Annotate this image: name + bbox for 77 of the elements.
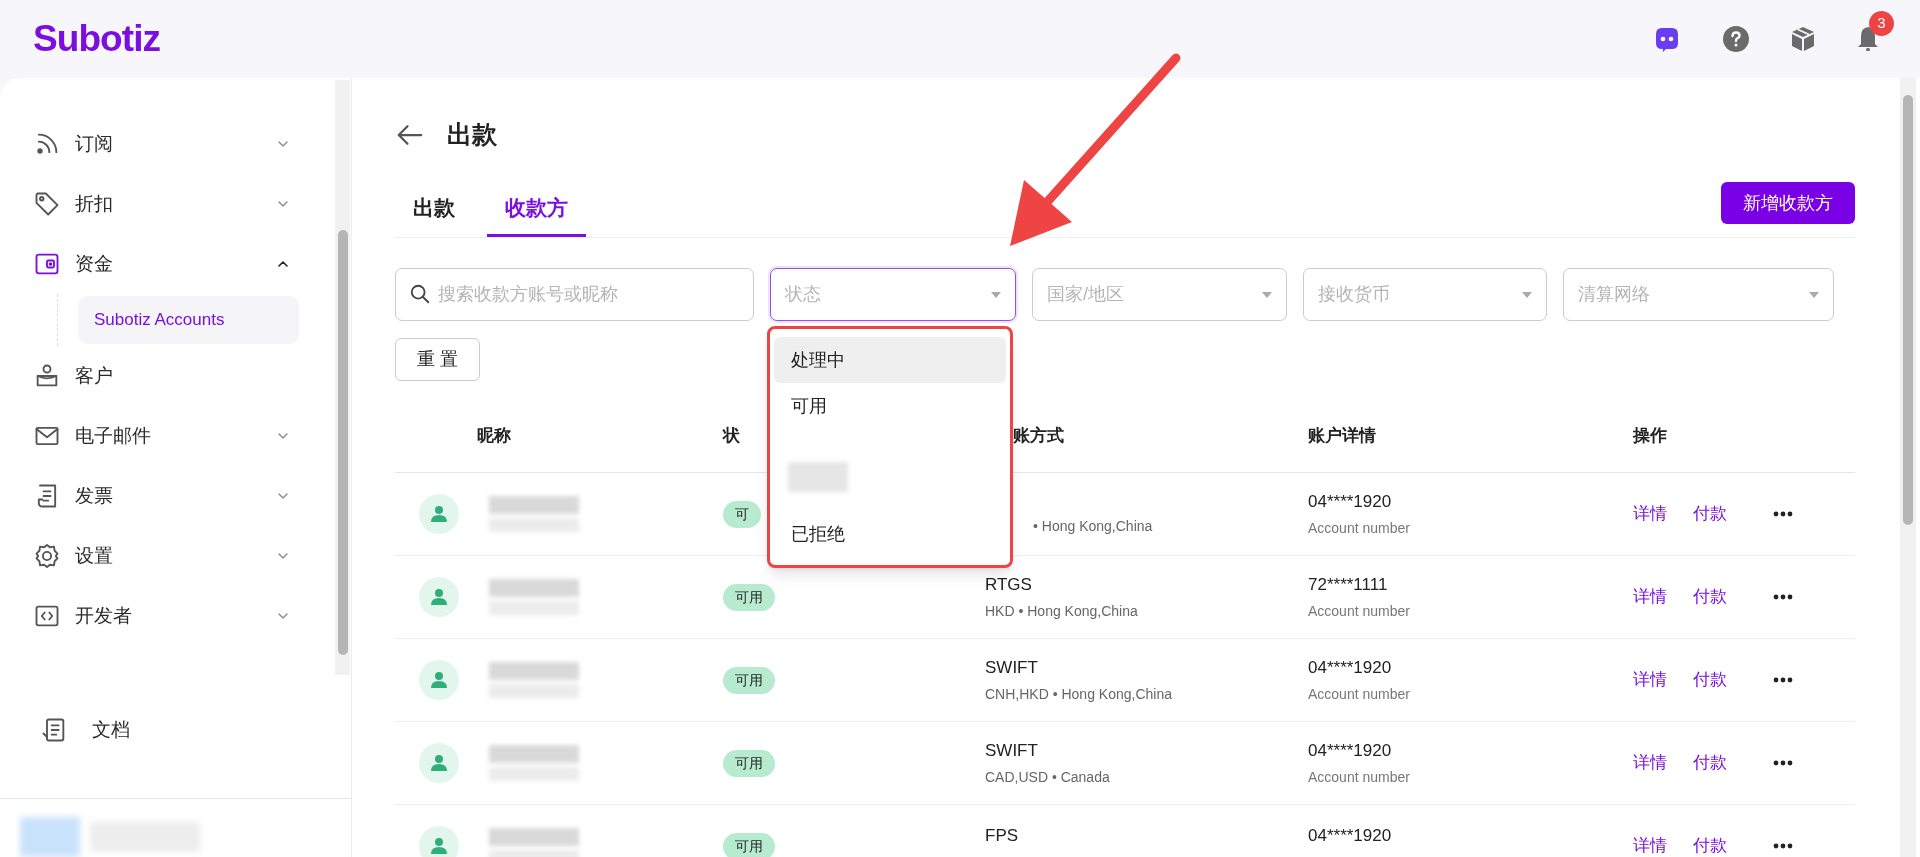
avatar-icon [419,494,459,534]
avatar-icon [419,826,459,857]
caret-icon [1809,291,1819,298]
column-header: 昵称 [477,426,511,446]
action-link[interactable]: 付款 [1693,584,1727,610]
blurred-avatar [20,817,80,857]
action-link[interactable]: 付款 [1693,833,1727,857]
method-detail: HKD • Hong Kong,China [985,602,1139,622]
action-link[interactable]: 详情 [1633,584,1667,610]
page-title: 出款 [447,119,497,151]
action-link[interactable]: 付款 [1693,501,1727,527]
more-icon[interactable] [1773,760,1793,766]
account-label: Account number [1308,602,1411,622]
status-badge: 可用 [723,832,775,857]
account-number: 04****1920 [1308,739,1393,762]
docs-link[interactable]: 文档 [0,700,351,760]
sidebar-item[interactable]: 电子邮件 [33,406,299,466]
method-detail: • Hong Kong,China [1032,516,1154,536]
scrollbar[interactable] [335,80,350,675]
search-icon [409,283,431,305]
account-label: Account number [1308,768,1411,788]
reset-button[interactable]: 重 置 [395,338,480,381]
avatar-icon [419,577,459,617]
status-badge: 可用 [723,749,775,777]
account-label: Account number [1308,519,1411,539]
account-number: 72****1111 [1308,573,1389,596]
more-icon[interactable] [1773,594,1793,600]
sidebar-item[interactable]: 设置 [33,526,299,586]
account-label: Account number [1308,685,1411,705]
account-number: 04****1920 [1308,490,1393,513]
box-icon[interactable] [1790,25,1816,53]
avatar-icon [419,743,459,783]
caret-icon [991,291,1001,298]
dropdown-option[interactable]: 处理中 [774,337,1006,383]
payment-method: FPS [985,825,1020,848]
action-link[interactable]: 详情 [1633,750,1667,776]
sidebar-item[interactable]: 发票 [33,466,299,526]
sidebar-item[interactable]: 资金 [33,234,299,294]
sidebar-item[interactable]: 订阅 [33,114,299,174]
column-header: 账方式 [1013,426,1064,446]
payment-method: RTGS [985,573,1033,596]
payment-method: SWIFT [985,656,1039,679]
sidebar-item[interactable]: 开发者 [33,586,299,646]
status-badge: 可用 [723,583,775,611]
tab[interactable]: 收款方 [487,182,586,237]
caret-icon [1262,291,1272,298]
column-header: 操作 [1633,426,1667,446]
action-link[interactable]: 付款 [1693,667,1727,693]
help-icon[interactable] [1722,25,1750,53]
add-payee-button[interactable]: 新增收款方 [1721,182,1855,224]
more-icon[interactable] [1773,511,1793,517]
tab[interactable]: 出款 [395,182,473,237]
status-badge: 可用 [723,666,775,694]
avatar-icon [419,660,459,700]
column-header: 状 [723,426,740,446]
status-badge: 可 [723,500,761,528]
sidebar-item[interactable]: 客户 [33,346,299,406]
sidebar-subitem[interactable]: Subotiz Accounts [78,296,299,344]
logo[interactable]: Subotiz [33,11,161,67]
account-number: 04****1920 [1308,656,1393,679]
notification-badge: 3 [1869,11,1894,36]
more-icon[interactable] [1773,677,1793,683]
method-detail: CNH,HKD • Hong Kong,China [985,685,1173,705]
account-number: 04****1920 [1308,825,1393,848]
column-header: 账户详情 [1308,426,1376,446]
search-field[interactable]: 搜索收款方账号或昵称 [395,268,754,321]
action-link[interactable]: 付款 [1693,750,1727,776]
action-link[interactable]: 详情 [1633,501,1667,527]
more-icon[interactable] [1773,843,1793,849]
notification-bell-icon[interactable] [1856,25,1880,53]
scrollbar[interactable] [1900,78,1916,857]
action-link[interactable]: 详情 [1633,833,1667,857]
sidebar-item[interactable]: 折扣 [33,174,299,234]
action-link[interactable]: 详情 [1633,667,1667,693]
caret-icon [1522,291,1532,298]
payment-method: SWIFT [985,739,1039,762]
method-detail: CAD,USD • Canada [985,768,1111,788]
